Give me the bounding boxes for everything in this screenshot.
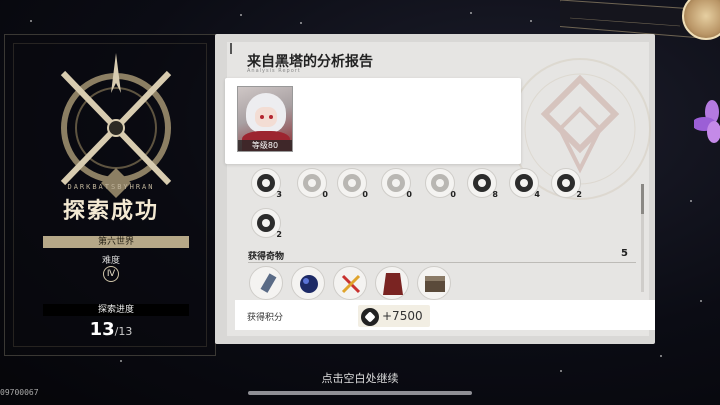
world-label: 第六世界 [43,236,189,248]
badge-glyph [387,174,405,192]
chest-item-icon[interactable] [417,266,451,300]
exploration-result-panel: DARKBATSBYHRAN 探索成功 第六世界 难度 Ⅳ 探索进度 13/13 [4,34,216,356]
items-divider [248,262,636,263]
badge-count: 0 [322,190,328,199]
badge-count: 2 [576,190,582,199]
badge-glyph [303,174,321,192]
antler-badge-icon[interactable]: 0 [381,168,412,199]
badge-glyph [257,174,275,192]
score-value: +7500 [382,309,423,323]
gear-badge-icon[interactable]: 2 [251,208,282,239]
points-icon [361,308,379,326]
badge-count: 3 [276,190,282,199]
orb-item-icon[interactable] [291,266,325,300]
badge-glyph [515,174,533,192]
items-section-label: 获得奇物 [248,252,285,262]
tower-badge-icon[interactable]: 8 [467,168,498,199]
avatar-eye [269,115,273,119]
progress-value: 13/13 [5,319,217,340]
report-subtitle: Analysis Report [247,68,301,74]
score-label: 获得积分 [247,313,284,323]
mask-badge-icon[interactable]: 0 [425,168,456,199]
flame-badge-icon[interactable]: 2 [551,168,582,199]
progress-label: 探索进度 [43,304,189,316]
badge-count: 8 [492,190,498,199]
difficulty-roman-icon: Ⅳ [103,266,119,282]
avatar-eye [260,115,264,119]
beast-badge-icon[interactable]: 4 [509,168,540,199]
continue-hint[interactable]: 点击空白处继续 [0,370,720,386]
badge-count: 0 [362,190,368,199]
progress-total: /13 [114,325,133,338]
difficulty-label: 难度 [101,256,120,266]
badge-count: 4 [534,190,540,199]
badge-glyph [343,174,361,192]
emblem-caption: DARKBATSBYHRAN [67,183,155,191]
tube-item-icon[interactable] [249,266,283,300]
uid-label: 09700067 [0,388,39,397]
badge-count: 2 [276,230,282,239]
score-row [235,300,655,330]
avatar-face [255,107,277,127]
level-label: 等级80 [238,140,292,151]
crest-badge-icon[interactable]: 0 [297,168,328,199]
scissors-item-icon[interactable] [333,266,367,300]
badge-glyph [557,174,575,192]
character-avatar: 等级80 [237,86,293,152]
shield-badge-icon[interactable]: 3 [251,168,282,199]
home-indicator-bar [248,391,472,395]
analysis-report-panel: 来自黑塔的分析报告 Analysis Report 等级80 3 0 0 0 0… [215,34,655,344]
flower-icon [694,100,720,143]
badge-count: 0 [450,190,456,199]
progress-current: 13 [89,319,115,340]
exploration-success-title: 探索成功 [62,199,159,224]
title-marker [230,43,232,54]
badge-glyph [473,174,491,192]
badge-count: 0 [406,190,412,199]
cloak-item-icon[interactable] [375,266,409,300]
swirl-badge-icon[interactable]: 0 [337,168,368,199]
badge-glyph [431,174,449,192]
badge-glyph [257,214,275,232]
items-count: 5 [621,248,628,259]
scrollbar-thumb[interactable] [641,184,644,214]
